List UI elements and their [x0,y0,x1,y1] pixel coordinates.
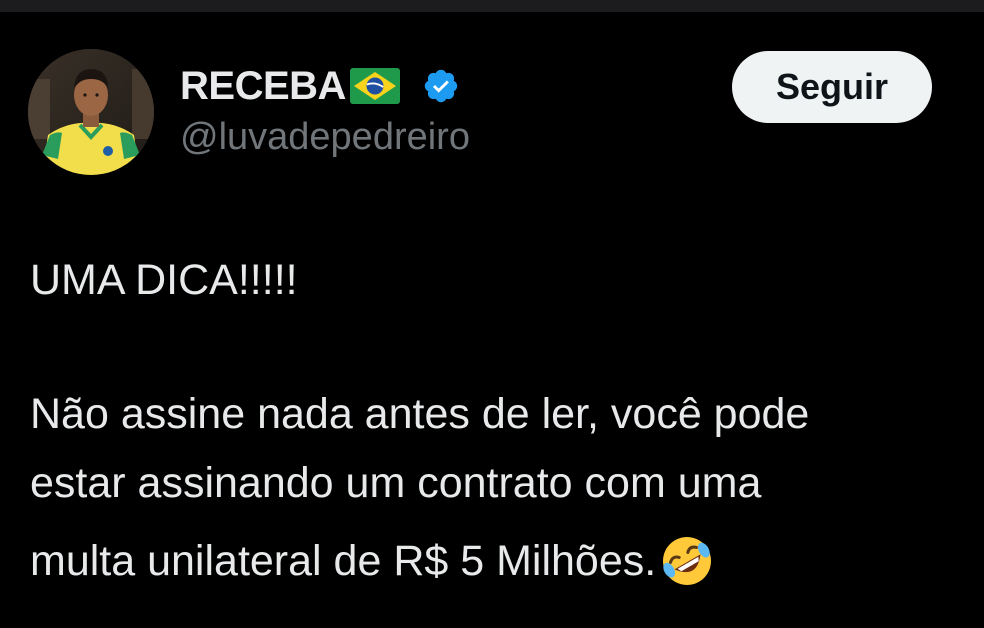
tweet-text-line: UMA DICA!!!!! [30,256,298,304]
tweet-text-last-line: multa unilateral de R$ 5 Milhões. [30,532,716,590]
tweet-text-line: estar assinando um contrato com uma [30,459,762,507]
avatar[interactable] [28,49,154,175]
author-name-row[interactable]: RECEBA [180,62,460,110]
tweet-text-line: Não assine nada antes de ler, você pode [30,390,810,438]
rolling-on-floor-laughing-icon [663,537,712,585]
avatar-photo-icon [28,49,154,175]
tweet-text-line: multa unilateral de R$ 5 Milhões. [30,536,657,585]
verified-badge-icon [424,69,458,103]
top-status-bar [0,0,984,12]
brazil-flag-icon [349,68,400,104]
author-handle[interactable]: @luvadepedreiro [180,116,470,159]
author-display-name[interactable]: RECEBA [180,64,346,109]
follow-button[interactable]: Seguir [732,51,932,123]
